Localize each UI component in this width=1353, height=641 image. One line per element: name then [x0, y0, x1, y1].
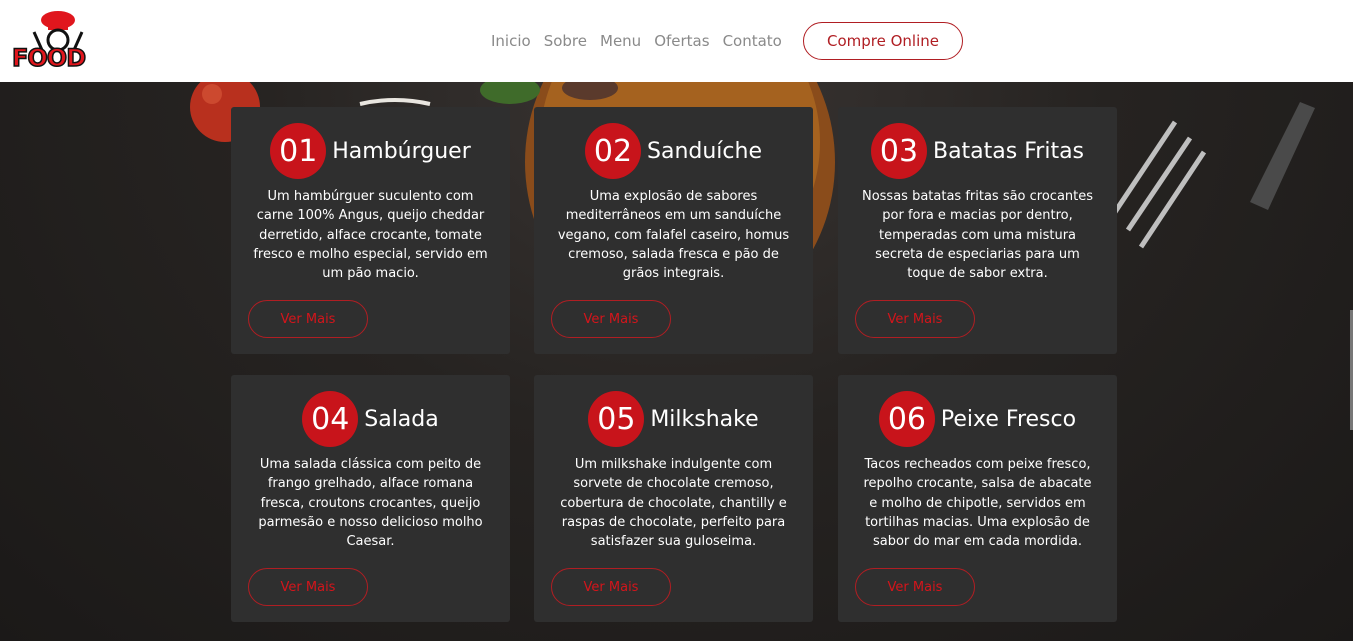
card-title: Salada — [364, 406, 439, 432]
ver-mais-button[interactable]: Ver Mais — [551, 568, 671, 606]
card-heading: 03 Batatas Fritas — [838, 123, 1117, 179]
card-heading: 04 Salada — [231, 391, 510, 447]
buy-online-button[interactable]: Compre Online — [803, 22, 963, 60]
menu-card-sanduiche: 02 Sanduíche Uma explosão de sabores med… — [534, 107, 813, 354]
card-title: Peixe Fresco — [940, 406, 1077, 432]
main-nav: Inicio Sobre Menu Ofertas Contato — [491, 32, 782, 50]
menu-card-salada: 04 Salada Uma salada clássica com peito … — [231, 375, 510, 622]
card-number-badge: 01 — [270, 123, 327, 179]
logo[interactable]: FOOD — [11, 10, 102, 73]
ver-mais-button[interactable]: Ver Mais — [248, 300, 368, 338]
card-title: Sanduíche — [647, 138, 762, 164]
card-number-badge: 06 — [878, 391, 935, 447]
site-header: FOOD Inicio Sobre Menu Ofertas Contato C… — [0, 0, 1353, 82]
card-description: Uma salada clássica com peito de frango … — [258, 457, 483, 550]
menu-card-milkshake: 05 Milkshake Um milkshake indulgente com… — [534, 375, 813, 622]
card-heading: 06 Peixe Fresco — [838, 391, 1117, 447]
nav-menu[interactable]: Menu — [600, 32, 641, 50]
card-number-badge: 04 — [302, 391, 359, 447]
card-number-badge: 05 — [588, 391, 645, 447]
ver-mais-button[interactable]: Ver Mais — [551, 300, 671, 338]
card-number-badge: 03 — [870, 123, 927, 179]
card-title: Batatas Fritas — [932, 138, 1085, 164]
card-description: Um milkshake indulgente com sorvete de c… — [560, 457, 787, 550]
card-heading: 01 Hambúrguer — [231, 123, 510, 179]
ver-mais-button[interactable]: Ver Mais — [855, 300, 975, 338]
card-heading: 05 Milkshake — [534, 391, 813, 447]
nav-sobre[interactable]: Sobre — [544, 32, 587, 50]
card-title: Hambúrguer — [332, 138, 471, 164]
nav-ofertas[interactable]: Ofertas — [654, 32, 709, 50]
card-description: Nossas batatas fritas são crocantes por … — [861, 189, 1094, 282]
nav-inicio[interactable]: Inicio — [491, 32, 531, 50]
card-heading: 02 Sanduíche — [534, 123, 813, 179]
card-description: Tacos recheados com peixe fresco, repolh… — [863, 457, 1092, 550]
menu-card-hamburguer: 01 Hambúrguer Um hambúrguer suculento co… — [231, 107, 510, 354]
logo-text: FOOD — [11, 43, 87, 73]
menu-card-peixe-fresco: 06 Peixe Fresco Tacos recheados com peix… — [838, 375, 1117, 622]
ver-mais-button[interactable]: Ver Mais — [248, 568, 368, 606]
card-number-badge: 02 — [585, 123, 641, 179]
ver-mais-button[interactable]: Ver Mais — [855, 568, 975, 606]
card-description: Uma explosão de sabores mediterrâneos em… — [557, 189, 790, 282]
card-title: Milkshake — [650, 406, 759, 432]
menu-card-batatas-fritas: 03 Batatas Fritas Nossas batatas fritas … — [838, 107, 1117, 354]
nav-contato[interactable]: Contato — [723, 32, 782, 50]
card-description: Um hambúrguer suculento com carne 100% A… — [253, 189, 488, 282]
